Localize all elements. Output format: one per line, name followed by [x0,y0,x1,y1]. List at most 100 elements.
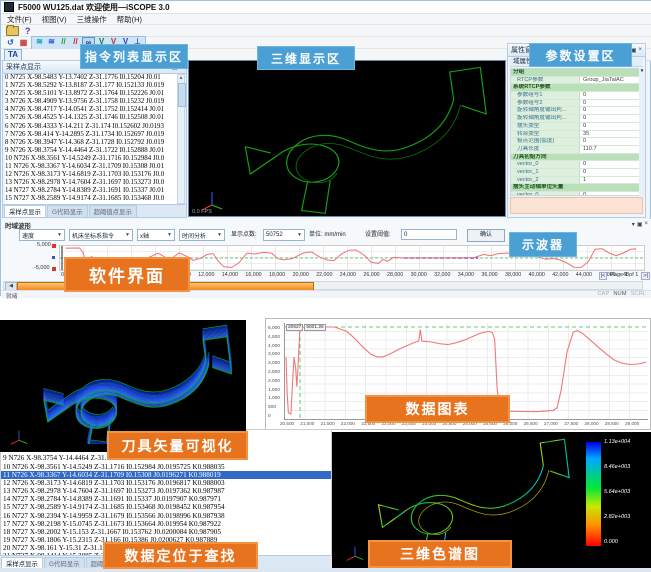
title-bar[interactable]: F5000 WU125.dat 欢迎使用—iSCOPE 3.0 [1,1,651,14]
y-tick: 3,500 [268,352,281,357]
list-row[interactable]: 14 N727 X-98.2784 Y-14.8389 Z-31.1691 I0… [5,187,178,195]
menu-item[interactable]: 文件(F) [7,14,32,25]
property-row[interactable]: 摆头类型0 [511,123,642,131]
signal-select[interactable]: 速度▼ [19,229,65,241]
list-scrollbar[interactable]: ▲ [177,74,185,204]
close-icon[interactable]: × [644,221,648,228]
page-next-button[interactable]: >| [641,272,650,280]
tab-2[interactable]: 超阈值点显示 [89,205,137,217]
palette-icon[interactable]: ▦ [18,38,29,48]
property-value[interactable]: 0 [580,107,642,114]
list-row[interactable]: 8 N726 X-98.3947 Y-14.368 Z-31.1728 I0.1… [5,139,178,147]
wave-teal-icon[interactable]: ≋ [34,37,45,47]
property-value[interactable]: 1 [580,177,642,184]
table-row[interactable]: 10 N726 X-98.3561 Y-14.5249 Z-31.1716 I0… [1,463,331,471]
dock-buttons[interactable]: ▾▣× [632,221,648,228]
annotation-tool-vector: 刀具矢量可视化 [107,431,248,460]
scrollbar-thumb[interactable] [178,83,186,107]
property-row[interactable]: 参数组号10 [511,92,642,100]
property-value[interactable]: 35 [580,131,642,138]
property-group: 刀具初始方向 [511,154,642,162]
property-value[interactable]: 0 [580,92,642,99]
points-count-select[interactable]: 50752▼ [263,229,305,241]
x-tick: 40,000 [529,272,545,278]
property-grid[interactable]: 分组RTCP参数Group_JiaTaiAC系统RTCP参数参数组号10参数组号… [510,68,643,196]
list-row[interactable]: 11 N726 X-98.3367 Y-14.6034 Z-31.1709 I0… [5,163,178,171]
property-row[interactable]: vector_10 [511,169,642,177]
y-tick: 2,500 [268,370,281,375]
list-row[interactable]: 0 N725 X-98.5483 Y-13.7402 Z-31.1776 I0.… [5,74,178,82]
sample-point-list[interactable]: 0 N725 X-98.5483 Y-13.7402 Z-31.1776 I0.… [5,74,178,204]
list-row[interactable]: 2 N725 X-98.5101 Y-13.8972 Z-31.1764 I0.… [5,90,178,98]
property-value[interactable]: 0 [580,100,642,107]
property-value[interactable]: 0 [580,115,642,122]
property-value[interactable]: 0 [580,123,642,130]
axis-select[interactable]: x轴▼ [137,229,175,241]
close-icon[interactable]: × [638,47,642,54]
list-row[interactable]: 10 N726 X-98.3561 Y-14.5249 Z-31.1716 I0… [5,155,178,163]
table-row[interactable]: 13 N726 X-98.2978 Y-14.7604 Z-31.1697 I0… [1,487,331,495]
main-3d-view[interactable]: 0.0 FPS [188,60,506,217]
property-value[interactable]: 110.7 [580,146,642,153]
property-value[interactable]: 0 [580,192,642,196]
table-row[interactable]: 16 N727 X-98.2394 Y-14.9959 Z-31.1679 I0… [1,512,331,520]
refresh-icon[interactable]: ↺ [5,38,16,48]
list-row[interactable]: 7 N726 X-98.414 Y-14.2895 Z-31.1734 I0.1… [5,131,178,139]
x-tick: 27,500 [564,421,578,426]
property-scrollbar[interactable]: ▼ [639,68,645,196]
table-row[interactable]: 12 N726 X-98.3173 Y-14.6819 Z-31.1703 I0… [1,479,331,487]
page-prev-button[interactable]: |< [599,272,608,280]
points-label: 显示点数: [231,229,257,241]
property-row[interactable]: 参数组号20 [511,100,642,108]
slash-green-icon[interactable]: // [58,37,69,47]
menu-item[interactable]: 三维操作 [77,14,107,25]
coord-system-select[interactable]: 机床坐标系指令▼ [69,229,133,241]
property-name: RTCP参数 [511,77,580,84]
zero-marker [52,256,55,259]
list-row[interactable]: 5 N726 X-98.4525 Y-14.1325 Z-31.1746 I0.… [5,114,178,122]
property-row[interactable]: 转台类型35 [511,131,642,139]
help-icon[interactable]: ? [25,26,31,36]
list-row[interactable]: 12 N726 X-98.3173 Y-14.6819 Z-31.1703 I0… [5,171,178,179]
confirm-button[interactable]: 确认 [467,229,505,242]
list-row[interactable]: 13 N726 X-98.2978 Y-14.7604 Z-31.1697 I0… [5,179,178,187]
property-value[interactable]: 0 [580,138,642,145]
property-name: 参数组号2 [511,100,580,107]
pin-menu-icon[interactable]: ▾ [632,221,635,228]
list-row[interactable]: 6 N726 X-98.4333 Y-14.211 Z-31.174 I0.15… [5,123,178,131]
table-row[interactable]: 14 N727 X-98.2784 Y-14.8389 Z-31.1691 I0… [1,495,331,503]
property-row[interactable]: 旋转轴角度输出判...0 [511,115,642,123]
property-value[interactable]: 0 [580,161,642,168]
list-row[interactable]: 1 N725 X-98.5292 Y-13.8187 Z-31.177 I0.1… [5,82,178,90]
list-row[interactable]: 3 N726 X-98.4909 Y-13.9756 Z-31.1758 I0.… [5,98,178,106]
property-row[interactable]: vector_00 [511,161,642,169]
property-value[interactable]: 0 [580,169,642,176]
tab-1[interactable]: G代码显示 [47,205,88,217]
table-row[interactable]: 15 N727 X-98.2589 Y-14.9174 Z-31.1685 I0… [1,503,331,511]
open-file-icon[interactable] [6,26,19,36]
annotation-oscilloscope: 示波器 [509,232,577,257]
property-row[interactable]: 旋转轴角度输出判...0 [511,107,642,115]
pin-icon[interactable]: ▣ [637,221,643,228]
list-row[interactable]: 9 N726 X-98.3754 Y-14.4464 Z-31.1722 I0.… [5,147,178,155]
menu-item[interactable]: 视图(V) [42,14,67,25]
list-row[interactable]: 4 N726 X-98.4717 Y-14.0541 Z-31.1752 I0.… [5,106,178,114]
table-row[interactable]: 11 N726 X-98.3367 Y-14.6034 Z-31.1709 I0… [1,471,331,479]
property-row[interactable]: 刀具长度110.7 [511,146,642,154]
property-row[interactable]: 极点范围(弧度)0 [511,138,642,146]
table-row[interactable]: 18 N727 X-98.2002 Y-15.153 Z-31.1667 I0.… [1,528,331,536]
property-row[interactable]: vector_21 [511,177,642,185]
menu-item[interactable]: 帮助(H) [117,14,142,25]
wave-blue-icon[interactable]: ≋ [46,37,57,47]
annotation-instruction-list: 指令列表显示区 [80,44,188,69]
status-cap: CAP [597,291,609,297]
analysis-select[interactable]: 时间分析▼ [179,229,225,241]
property-row[interactable]: RTCP参数Group_JiaTaiAC [511,77,642,85]
y-tick: 1,500 [268,388,281,393]
table-row[interactable]: 17 N727 X-98.2198 Y-15.0745 Z-31.1673 I0… [1,520,331,528]
tab-0[interactable]: 采样点显示 [4,205,46,217]
list-row[interactable]: 15 N727 X-98.2589 Y-14.9174 Z-31.1685 I0… [5,195,178,203]
threshold-input[interactable]: 0 [401,229,457,240]
property-value[interactable]: Group_JiaTaiAC [580,77,642,84]
property-row[interactable]: vector_00 [511,192,642,196]
